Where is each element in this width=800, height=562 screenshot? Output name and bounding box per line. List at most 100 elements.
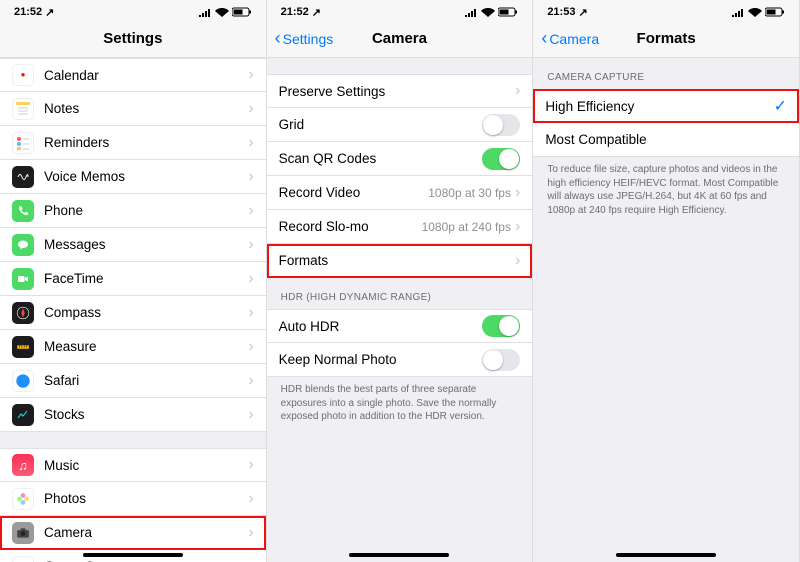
settings-item-compass[interactable]: Compass› bbox=[0, 296, 266, 330]
row-detail: 1080p at 240 fps bbox=[422, 220, 511, 234]
settings-item-label: Reminders bbox=[44, 135, 248, 150]
back-button[interactable]: ‹Camera bbox=[541, 28, 599, 49]
row-label: Grid bbox=[279, 117, 483, 132]
settings-item-label: Voice Memos bbox=[44, 169, 248, 184]
home-indicator[interactable] bbox=[349, 553, 449, 557]
location-icon: ↗ bbox=[45, 6, 54, 19]
chevron-right-icon: › bbox=[248, 168, 253, 186]
camera-row-formats[interactable]: Formats› bbox=[267, 244, 533, 278]
page-title: Formats bbox=[637, 30, 696, 47]
row-label: Scan QR Codes bbox=[279, 151, 483, 166]
status-bar: 21:52↗ bbox=[0, 0, 266, 20]
camera-icon bbox=[12, 522, 34, 544]
photos-icon bbox=[12, 488, 34, 510]
location-icon: ↗ bbox=[578, 6, 587, 19]
status-time: 21:53 bbox=[547, 6, 575, 18]
camera-row-preserve-settings[interactable]: Preserve Settings› bbox=[267, 74, 533, 108]
camera-row-record-video[interactable]: Record Video1080p at 30 fps › bbox=[267, 176, 533, 210]
camera-row-keep-normal-photo[interactable]: Keep Normal Photo bbox=[267, 343, 533, 377]
chevron-right-icon: › bbox=[248, 338, 253, 356]
chevron-left-icon: ‹ bbox=[275, 28, 281, 49]
chevron-right-icon: › bbox=[515, 184, 520, 202]
compass-icon bbox=[12, 302, 34, 324]
back-button[interactable]: ‹Settings bbox=[275, 28, 334, 49]
row-label: Formats bbox=[279, 253, 515, 268]
row-detail: 1080p at 30 fps bbox=[428, 186, 511, 200]
settings-item-stocks[interactable]: Stocks› bbox=[0, 398, 266, 432]
chevron-right-icon: › bbox=[248, 372, 253, 390]
settings-item-photos[interactable]: Photos› bbox=[0, 482, 266, 516]
toggle-switch[interactable] bbox=[482, 315, 520, 337]
settings-item-label: Compass bbox=[44, 305, 248, 320]
row-label: Record Video bbox=[279, 185, 429, 200]
settings-list[interactable]: ●Calendar›Notes›Reminders›Voice Memos›Ph… bbox=[0, 58, 266, 562]
status-bar: 21:53↗ bbox=[533, 0, 799, 20]
settings-item-label: Stocks bbox=[44, 407, 248, 422]
status-icons bbox=[198, 7, 252, 17]
back-label: Settings bbox=[283, 31, 334, 47]
settings-item-music[interactable]: ♫Music› bbox=[0, 448, 266, 482]
settings-item-phone[interactable]: Phone› bbox=[0, 194, 266, 228]
home-indicator[interactable] bbox=[616, 553, 716, 557]
status-time: 21:52 bbox=[281, 6, 309, 18]
format-option-high-efficiency[interactable]: High Efficiency✓ bbox=[533, 89, 799, 123]
chevron-right-icon: › bbox=[248, 202, 253, 220]
format-option-most-compatible[interactable]: Most Compatible bbox=[533, 123, 799, 157]
measure-icon bbox=[12, 336, 34, 358]
chevron-right-icon: › bbox=[248, 406, 253, 424]
chevron-right-icon: › bbox=[248, 270, 253, 288]
settings-item-messages[interactable]: Messages› bbox=[0, 228, 266, 262]
chevron-right-icon: › bbox=[248, 100, 253, 118]
settings-item-label: Measure bbox=[44, 339, 248, 354]
settings-item-measure[interactable]: Measure› bbox=[0, 330, 266, 364]
chevron-right-icon: › bbox=[248, 236, 253, 254]
camera-row-scan-qr-codes[interactable]: Scan QR Codes bbox=[267, 142, 533, 176]
page-title: Camera bbox=[372, 30, 427, 47]
toggle-switch[interactable] bbox=[482, 148, 520, 170]
row-label: Most Compatible bbox=[545, 132, 787, 147]
chevron-right-icon: › bbox=[248, 304, 253, 322]
settings-item-label: Safari bbox=[44, 373, 248, 388]
settings-item-camera[interactable]: Camera› bbox=[0, 516, 266, 550]
camera-row-auto-hdr[interactable]: Auto HDR bbox=[267, 309, 533, 343]
reminders-icon bbox=[12, 132, 34, 154]
camera-row-grid[interactable]: Grid bbox=[267, 108, 533, 142]
nav-bar: ‹Settings Camera bbox=[267, 20, 533, 58]
settings-item-calendar[interactable]: ● Calendar› bbox=[0, 58, 266, 92]
chevron-right-icon: › bbox=[515, 252, 520, 270]
camera-panel: 21:52↗ ‹Settings Camera Preserve Setting… bbox=[267, 0, 534, 562]
toggle-switch[interactable] bbox=[482, 114, 520, 136]
settings-item-label: Calendar bbox=[44, 68, 248, 83]
settings-item-safari[interactable]: Safari› bbox=[0, 364, 266, 398]
row-label: Record Slo-mo bbox=[279, 219, 422, 234]
status-icons bbox=[464, 7, 518, 17]
toggle-switch[interactable] bbox=[482, 349, 520, 371]
calendar-icon: ● bbox=[12, 64, 34, 86]
status-time: 21:52 bbox=[14, 6, 42, 18]
chevron-right-icon: › bbox=[248, 524, 253, 542]
camera-row-record-slo-mo[interactable]: Record Slo-mo1080p at 240 fps› bbox=[267, 210, 533, 244]
settings-item-label: Notes bbox=[44, 101, 248, 116]
row-label: High Efficiency bbox=[545, 99, 773, 114]
formats-panel: 21:53↗ ‹Camera Formats CAMERA CAPTURE Hi… bbox=[533, 0, 800, 562]
chevron-right-icon: › bbox=[248, 66, 253, 84]
home-indicator[interactable] bbox=[83, 553, 183, 557]
settings-item-reminders[interactable]: Reminders› bbox=[0, 126, 266, 160]
nav-bar: ‹Camera Formats bbox=[533, 20, 799, 58]
settings-item-voice[interactable]: Voice Memos› bbox=[0, 160, 266, 194]
settings-item-facetime[interactable]: FaceTime› bbox=[0, 262, 266, 296]
settings-item-notes[interactable]: Notes› bbox=[0, 92, 266, 126]
settings-item-label: Messages bbox=[44, 237, 248, 252]
section-header-hdr: HDR (HIGH DYNAMIC RANGE) bbox=[267, 278, 533, 309]
gamecenter-icon bbox=[12, 556, 34, 562]
settings-item-label: Camera bbox=[44, 525, 248, 540]
settings-item-label: Photos bbox=[44, 491, 248, 506]
location-icon: ↗ bbox=[312, 6, 321, 19]
formats-footer-text: To reduce file size, capture photos and … bbox=[533, 157, 799, 229]
hdr-footer-text: HDR blends the best parts of three separ… bbox=[267, 377, 533, 436]
row-label: Preserve Settings bbox=[279, 84, 515, 99]
page-title: Settings bbox=[103, 30, 162, 47]
checkmark-icon: ✓ bbox=[774, 96, 787, 116]
phone-icon bbox=[12, 200, 34, 222]
facetime-icon bbox=[12, 268, 34, 290]
